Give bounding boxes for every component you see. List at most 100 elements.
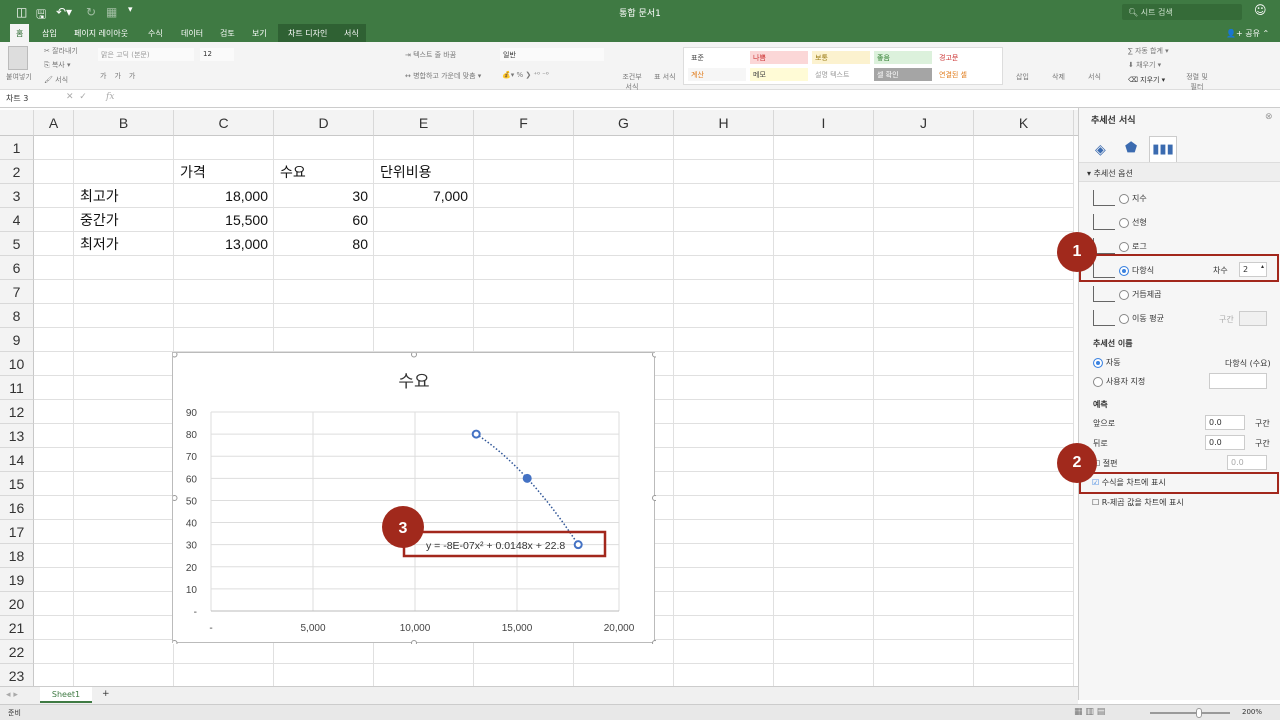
cell-J9[interactable] bbox=[874, 328, 974, 352]
share-button[interactable]: 👤+ 공유 ⌃ bbox=[1226, 28, 1269, 39]
cell-style-1[interactable]: 나쁨 bbox=[750, 51, 808, 64]
cell-J20[interactable] bbox=[874, 592, 974, 616]
cell-J10[interactable] bbox=[874, 352, 974, 376]
cell-H4[interactable] bbox=[674, 208, 774, 232]
zoom-slider[interactable] bbox=[1150, 708, 1230, 718]
period-stepper[interactable] bbox=[1239, 311, 1267, 326]
cell-A7[interactable] bbox=[34, 280, 74, 304]
cell-H20[interactable] bbox=[674, 592, 774, 616]
tab-8[interactable]: 서식 bbox=[338, 26, 365, 42]
cell-A9[interactable] bbox=[34, 328, 74, 352]
cell-H10[interactable] bbox=[674, 352, 774, 376]
resize-handle[interactable] bbox=[411, 351, 417, 358]
cell-F8[interactable] bbox=[474, 304, 574, 328]
cell-A17[interactable] bbox=[34, 520, 74, 544]
cell-J11[interactable] bbox=[874, 376, 974, 400]
row-header-21[interactable]: 21 bbox=[0, 616, 34, 640]
cell-I1[interactable] bbox=[774, 136, 874, 160]
cell-K1[interactable] bbox=[974, 136, 1074, 160]
resize-handle[interactable] bbox=[652, 495, 658, 501]
cell-style-4[interactable]: 경고문 bbox=[936, 51, 994, 64]
cell-J5[interactable] bbox=[874, 232, 974, 256]
cell-A5[interactable] bbox=[34, 232, 74, 256]
radio[interactable] bbox=[1119, 289, 1129, 300]
fx-icon[interactable]: fx bbox=[106, 92, 114, 102]
row-header-16[interactable]: 16 bbox=[0, 496, 34, 520]
cell-A20[interactable] bbox=[34, 592, 74, 616]
cell-B11[interactable] bbox=[74, 376, 174, 400]
cell-I21[interactable] bbox=[774, 616, 874, 640]
cell-C6[interactable] bbox=[174, 256, 274, 280]
fill-button[interactable]: ⬇ 채우기 ▾ bbox=[1128, 60, 1161, 70]
paste-button[interactable]: 붙여넣기 bbox=[6, 72, 32, 82]
cell-style-8[interactable]: 셀 확인 bbox=[874, 68, 932, 81]
cell-A18[interactable] bbox=[34, 544, 74, 568]
merge-center-button[interactable]: ↔ 병합하고 가운데 맞춤 ▾ bbox=[405, 71, 481, 81]
cell-A3[interactable] bbox=[34, 184, 74, 208]
cell-I2[interactable] bbox=[774, 160, 874, 184]
autosum-button[interactable]: ∑ 자동 합계 ▾ bbox=[1128, 46, 1169, 56]
cell-K4[interactable] bbox=[974, 208, 1074, 232]
cell-B21[interactable] bbox=[74, 616, 174, 640]
resize-handle[interactable] bbox=[411, 640, 417, 646]
cell-H17[interactable] bbox=[674, 520, 774, 544]
delete-cells-button[interactable]: 삭제 bbox=[1052, 72, 1065, 82]
trendline-type-0[interactable]: 지수 bbox=[1119, 193, 1147, 204]
column-header-C[interactable]: C bbox=[174, 110, 274, 136]
cell-style-3[interactable]: 좋음 bbox=[874, 51, 932, 64]
sort-filter-button[interactable]: 정렬 및 필터 bbox=[1184, 72, 1210, 92]
cell-H19[interactable] bbox=[674, 568, 774, 592]
forward-input[interactable]: 0.0 bbox=[1205, 415, 1245, 430]
row-header-5[interactable]: 5 bbox=[0, 232, 34, 256]
cell-B9[interactable] bbox=[74, 328, 174, 352]
format-painter-button[interactable]: 🖌 서식 bbox=[44, 75, 68, 85]
cell-I4[interactable] bbox=[774, 208, 874, 232]
cell-A4[interactable] bbox=[34, 208, 74, 232]
cell-H5[interactable] bbox=[674, 232, 774, 256]
cell-style-0[interactable]: 표준 bbox=[688, 51, 746, 64]
cell-J7[interactable] bbox=[874, 280, 974, 304]
tab-6[interactable]: 보기 bbox=[246, 26, 273, 42]
cell-K7[interactable] bbox=[974, 280, 1074, 304]
cell-G8[interactable] bbox=[574, 304, 674, 328]
cell-J2[interactable] bbox=[874, 160, 974, 184]
cell-I23[interactable] bbox=[774, 664, 874, 686]
cell-J8[interactable] bbox=[874, 304, 974, 328]
cell-I18[interactable] bbox=[774, 544, 874, 568]
cell-K23[interactable] bbox=[974, 664, 1074, 686]
cell-I3[interactable] bbox=[774, 184, 874, 208]
column-header-E[interactable]: E bbox=[374, 110, 474, 136]
cell-E23[interactable] bbox=[374, 664, 474, 686]
radio[interactable] bbox=[1119, 193, 1129, 204]
cell-K9[interactable] bbox=[974, 328, 1074, 352]
row-header-20[interactable]: 20 bbox=[0, 592, 34, 616]
row-header-9[interactable]: 9 bbox=[0, 328, 34, 352]
tab-4[interactable]: 데이터 bbox=[175, 26, 209, 42]
search-input[interactable]: 🔍︎ 시트 검색 bbox=[1122, 4, 1242, 20]
cell-B6[interactable] bbox=[74, 256, 174, 280]
row-header-14[interactable]: 14 bbox=[0, 448, 34, 472]
custom-name-radio[interactable]: 사용자 지정 bbox=[1093, 376, 1145, 387]
cell-E4[interactable] bbox=[374, 208, 474, 232]
cell-F2[interactable] bbox=[474, 160, 574, 184]
row-header-12[interactable]: 12 bbox=[0, 400, 34, 424]
cell-J13[interactable] bbox=[874, 424, 974, 448]
cell-G5[interactable] bbox=[574, 232, 674, 256]
cell-F4[interactable] bbox=[474, 208, 574, 232]
cell-D6[interactable] bbox=[274, 256, 374, 280]
cell-K11[interactable] bbox=[974, 376, 1074, 400]
row-header-4[interactable]: 4 bbox=[0, 208, 34, 232]
row-header-22[interactable]: 22 bbox=[0, 640, 34, 664]
fill-line-tab-icon[interactable]: ◈ bbox=[1095, 142, 1106, 158]
cell-A14[interactable] bbox=[34, 448, 74, 472]
cell-F6[interactable] bbox=[474, 256, 574, 280]
name-box[interactable]: 차트 3 bbox=[6, 93, 28, 104]
column-header-K[interactable]: K bbox=[974, 110, 1074, 136]
tab-1[interactable]: 삽입 bbox=[36, 26, 63, 42]
cell-J6[interactable] bbox=[874, 256, 974, 280]
trendline-type-3[interactable]: 다항식 bbox=[1119, 265, 1154, 276]
bold-italic-underline-buttons[interactable]: 가가가 bbox=[100, 71, 143, 81]
cell-B12[interactable] bbox=[74, 400, 174, 424]
cell-I19[interactable] bbox=[774, 568, 874, 592]
trendline-type-1[interactable]: 선형 bbox=[1119, 217, 1147, 228]
